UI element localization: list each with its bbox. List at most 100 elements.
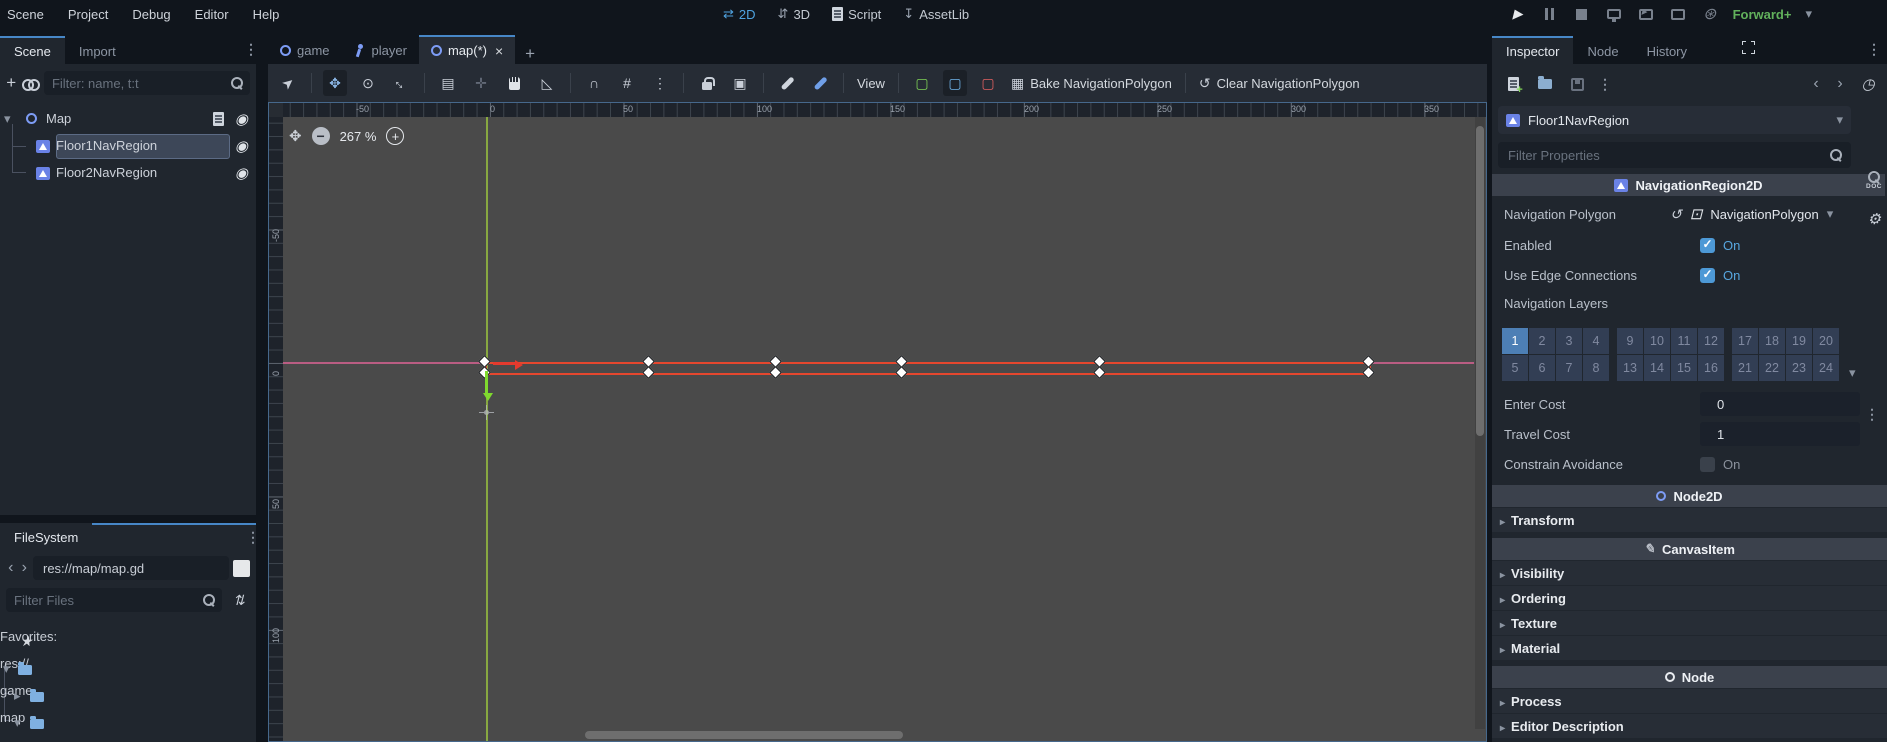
layer-toggle-23[interactable]: 23 <box>1786 355 1812 381</box>
chevron-down-icon[interactable] <box>3 661 10 677</box>
visibility-eye-icon[interactable] <box>235 137 248 155</box>
play-scene-button[interactable] <box>1637 5 1655 23</box>
movie-maker-button[interactable] <box>1701 5 1719 23</box>
horizontal-scrollbar-thumb[interactable] <box>585 731 903 739</box>
inspector-forward-icon[interactable]: › <box>1833 75 1847 93</box>
vertical-ruler[interactable]: -50 0 50 100 <box>269 117 283 741</box>
layer-toggle-12[interactable]: 12 <box>1698 328 1724 354</box>
grid-snap-toggle[interactable]: # <box>615 70 639 96</box>
scene-tab-map[interactable]: map(*) × <box>418 35 516 64</box>
edit-polygon-tool[interactable]: ▢ <box>942 70 967 96</box>
layer-toggle-21[interactable]: 21 <box>1732 355 1758 381</box>
layer-toggle-18[interactable]: 18 <box>1759 328 1785 354</box>
tab-filesystem[interactable]: FileSystem <box>0 523 93 551</box>
select-tool[interactable]: ➤ <box>276 70 300 96</box>
current-path-field[interactable] <box>41 559 221 577</box>
filter-properties-input[interactable] <box>1506 146 1829 164</box>
gizmo-y-axis-arrow[interactable] <box>485 371 488 393</box>
layer-toggle-17[interactable]: 17 <box>1732 328 1758 354</box>
group-button[interactable]: ▣ <box>728 70 752 96</box>
layer-toggle-22[interactable]: 22 <box>1759 355 1785 381</box>
play-custom-scene-button[interactable] <box>1669 5 1687 23</box>
chevron-down-icon[interactable] <box>1805 6 1812 22</box>
pan-tool[interactable] <box>502 70 526 96</box>
workspace-2d[interactable]: ⇄ 2D <box>715 3 764 25</box>
stop-button[interactable] <box>1573 5 1591 23</box>
layer-toggle-9[interactable]: 9 <box>1617 328 1643 354</box>
list-select-tool[interactable]: ▤ <box>436 70 460 96</box>
zoom-out-button[interactable]: − <box>311 127 330 145</box>
scale-tool[interactable]: ↔ <box>389 70 413 96</box>
close-tab-icon[interactable]: × <box>493 43 503 59</box>
move-tool[interactable]: ✥ <box>323 70 347 96</box>
script-icon[interactable] <box>213 112 224 126</box>
layer-toggle-15[interactable]: 15 <box>1671 355 1697 381</box>
view-menu[interactable]: View <box>855 70 887 96</box>
tab-node[interactable]: Node <box>1573 36 1632 64</box>
layer-toggle-10[interactable]: 10 <box>1644 328 1670 354</box>
enter-cost-field[interactable]: 0 <box>1700 392 1860 416</box>
section-editor-description[interactable]: Editor Description <box>1492 714 1887 738</box>
skeleton-color-button[interactable] <box>808 70 832 96</box>
zoom-in-button[interactable]: + <box>386 127 405 145</box>
layer-toggle-6[interactable]: 6 <box>1529 355 1555 381</box>
rotate-tool[interactable]: ⊙ <box>356 70 380 96</box>
constrain-avoidance-checkbox[interactable] <box>1700 456 1715 472</box>
layer-toggle-19[interactable]: 19 <box>1786 328 1812 354</box>
tree-item-floor1navregion[interactable]: Floor1NavRegion <box>0 133 256 160</box>
delete-polygon-tool[interactable]: ▢ <box>976 70 1000 96</box>
scene-tab-player[interactable]: player <box>342 35 419 64</box>
inspector-history-button[interactable] <box>1857 73 1879 95</box>
history-forward-icon[interactable]: › <box>20 559 30 577</box>
chevron-down-icon[interactable] <box>14 715 21 731</box>
pause-button[interactable] <box>1541 5 1559 23</box>
revert-icon[interactable] <box>1670 206 1682 223</box>
load-resource-button[interactable] <box>1534 73 1556 95</box>
instance-scene-button[interactable] <box>21 72 40 94</box>
layer-toggle-24[interactable]: 24 <box>1813 355 1839 381</box>
fs-folder-game[interactable]: game <box>0 683 256 710</box>
filesystem-dock-menu-icon[interactable] <box>246 529 260 546</box>
chevron-down-icon[interactable] <box>4 111 11 127</box>
tab-history[interactable]: History <box>1633 36 1701 64</box>
layer-toggle-7[interactable]: 7 <box>1556 355 1582 381</box>
layer-toggle-16[interactable]: 16 <box>1698 355 1724 381</box>
section-material[interactable]: Material <box>1492 636 1887 660</box>
section-transform[interactable]: Transform <box>1492 508 1887 532</box>
resource-menu-icon[interactable] <box>1598 76 1612 93</box>
use-edge-connections-checkbox[interactable] <box>1700 267 1715 283</box>
new-scene-tab-button[interactable]: + <box>515 44 545 64</box>
section-process[interactable]: Process <box>1492 689 1887 713</box>
menu-project[interactable]: Project <box>56 3 120 26</box>
workspace-3d[interactable]: ⇵ 3D <box>770 3 819 25</box>
section-ordering[interactable]: Ordering <box>1492 586 1887 610</box>
section-visibility[interactable]: Visibility <box>1492 561 1887 585</box>
inspector-dock-menu-icon[interactable] <box>1867 41 1881 58</box>
tree-item-floor2navregion[interactable]: Floor2NavRegion <box>0 160 256 187</box>
layer-toggle-3[interactable]: 3 <box>1556 328 1582 354</box>
position-select-tool[interactable]: ✛ <box>469 70 493 96</box>
layers-chevron-icon[interactable] <box>1849 365 1856 381</box>
center-view-icon[interactable]: ✥ <box>289 127 302 145</box>
resource-name[interactable]: NavigationPolygon <box>1710 207 1818 222</box>
layer-toggle-5[interactable]: 5 <box>1502 355 1528 381</box>
layer-toggle-11[interactable]: 11 <box>1671 328 1697 354</box>
layer-toggle-4[interactable]: 4 <box>1583 328 1609 354</box>
scene-tab-game[interactable]: game <box>268 35 342 64</box>
horizontal-scrollbar[interactable] <box>283 730 1474 740</box>
layer-toggle-20[interactable]: 20 <box>1813 328 1839 354</box>
bake-navigation-button[interactable]: ▦ Bake NavigationPolygon <box>1009 70 1174 96</box>
add-node-button[interactable] <box>6 72 16 94</box>
layer-toggle-2[interactable]: 2 <box>1529 328 1555 354</box>
vertical-scrollbar-thumb[interactable] <box>1476 126 1484 436</box>
menu-debug[interactable]: Debug <box>120 3 182 26</box>
fs-res-root[interactable]: res:// <box>0 656 256 683</box>
layer-toggle-8[interactable]: 8 <box>1583 355 1609 381</box>
create-polygon-tool[interactable]: ▢ <box>910 70 934 96</box>
renderer-select[interactable]: Forward+ <box>1733 7 1792 22</box>
skeleton-options-button[interactable] <box>775 70 799 96</box>
clear-navigation-button[interactable]: ↺ Clear NavigationPolygon <box>1197 70 1362 96</box>
workspace-script[interactable]: Script <box>824 4 889 25</box>
inspector-back-icon[interactable]: ‹ <box>1809 75 1823 93</box>
layer-toggle-13[interactable]: 13 <box>1617 355 1643 381</box>
